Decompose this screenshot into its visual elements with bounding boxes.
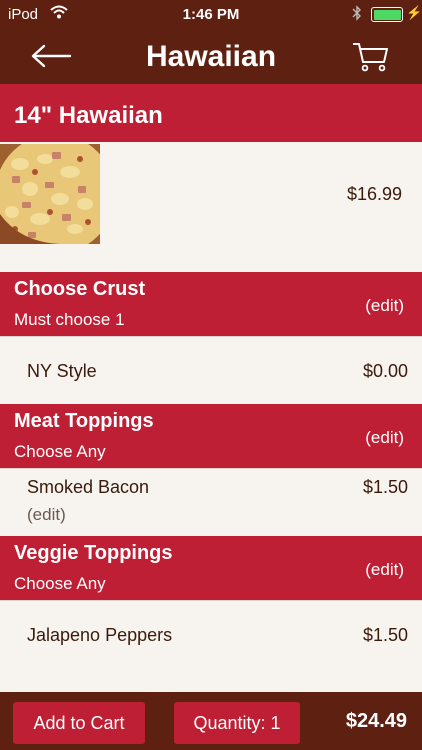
section-subtitle: Must choose 1	[14, 310, 125, 329]
option-name: NY Style	[27, 361, 97, 381]
battery-icon	[371, 7, 403, 22]
option-price: $1.50	[362, 477, 408, 497]
section-title: Meat Toppings	[14, 410, 154, 432]
option-row-meat: Smoked Bacon $1.50 (edit)	[0, 468, 422, 536]
section-edit-link[interactable]: (edit)	[365, 428, 404, 448]
option-row-veggie: Jalapeno Peppers $1.50	[0, 600, 422, 692]
item-name-header: 14" Hawaiian	[0, 84, 422, 142]
bottom-bar: Add to Cart Quantity: 1 $24.49	[0, 692, 422, 750]
option-name: Smoked Bacon	[27, 477, 150, 497]
order-total: $24.49	[345, 710, 407, 732]
section-title: Veggie Toppings	[14, 542, 173, 564]
navbar: Hawaiian	[0, 30, 422, 84]
option-row-crust: NY Style $0.00	[0, 336, 422, 404]
charging-icon: ⚡	[406, 5, 422, 20]
item-price: $16.99	[346, 184, 402, 204]
status-bar: iPod 1:46 PM ⚡	[0, 0, 422, 30]
option-price: $1.50	[362, 625, 408, 645]
section-header-meat[interactable]: Meat Toppings Choose Any (edit)	[0, 404, 422, 468]
section-header-crust[interactable]: Choose Crust Must choose 1 (edit)	[0, 272, 422, 336]
section-title: Choose Crust	[14, 278, 146, 300]
section-edit-link[interactable]: (edit)	[365, 560, 404, 580]
pizza-image	[0, 144, 100, 244]
option-edit-link[interactable]: (edit)	[27, 505, 66, 525]
cart-icon[interactable]	[352, 41, 390, 73]
section-subtitle: Choose Any	[14, 442, 106, 461]
option-name: Jalapeno Peppers	[27, 625, 173, 645]
quantity-button[interactable]: Quantity: 1	[174, 702, 300, 744]
option-price: $0.00	[362, 361, 408, 381]
product-row: $16.99	[0, 142, 422, 272]
section-header-veggie[interactable]: Veggie Toppings Choose Any (edit)	[0, 536, 422, 600]
add-to-cart-button[interactable]: Add to Cart	[13, 702, 145, 744]
section-edit-link[interactable]: (edit)	[365, 296, 404, 316]
bluetooth-icon	[352, 5, 361, 21]
section-subtitle: Choose Any	[14, 574, 106, 593]
